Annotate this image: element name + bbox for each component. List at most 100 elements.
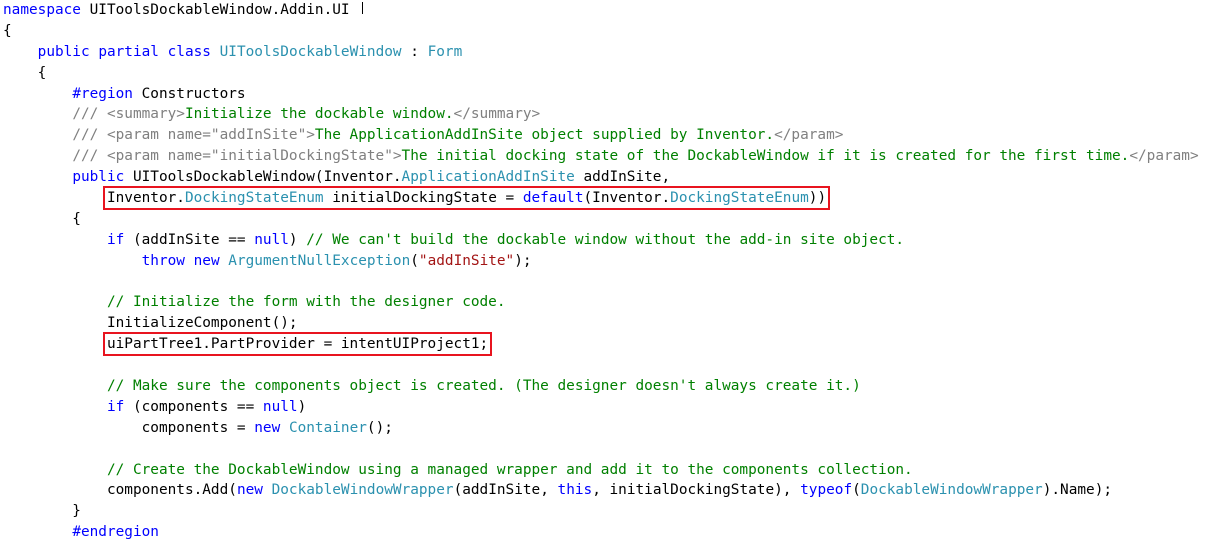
code-token: /// <param name="initialDockingState">: [72, 148, 402, 165]
code-token: ArgumentNullException: [228, 252, 411, 269]
code-line: }: [3, 501, 1199, 522]
code-token: UIToolsDockableWindow: [219, 43, 402, 60]
code-token: null: [254, 231, 289, 248]
code-token: Initialize the dockable window.: [184, 106, 454, 123]
code-token: partial: [98, 43, 159, 60]
code-line: /// <param name="addInSite">The Applicat…: [3, 125, 1199, 146]
code-token: public: [37, 43, 90, 60]
code-token: class: [167, 43, 211, 60]
code-token: /// <param name="addInSite">: [72, 127, 315, 144]
code-token: if: [106, 398, 125, 415]
code-line: /// <summary>Initialize the dockable win…: [3, 104, 1199, 125]
code-token: ApplicationAddInSite: [401, 169, 575, 186]
code-token: Constructors: [132, 85, 246, 102]
code-token: {: [3, 22, 12, 39]
code-token: ();: [366, 419, 393, 436]
code-line: Inventor.DockingStateEnum initialDocking…: [3, 186, 1199, 211]
code-line: InitializeComponent();: [3, 313, 1199, 334]
highlight-box: Inventor.DockingStateEnum initialDocking…: [102, 186, 831, 211]
code-token: ): [288, 231, 307, 248]
code-line: // Create the DockableWindow using a man…: [3, 460, 1199, 481]
code-token: }: [3, 503, 81, 520]
code-token: new: [193, 252, 220, 269]
code-token: , initialDockingState),: [592, 482, 801, 499]
code-token: )): [808, 190, 827, 207]
code-line: #endregion: [3, 522, 1199, 543]
code-token: </summary>: [453, 106, 541, 123]
code-token: (: [410, 252, 419, 269]
code-line: uiPartTree1.PartProvider = intentUIProje…: [3, 332, 1199, 357]
code-line: components.Add(new DockableWindowWrapper…: [3, 480, 1199, 501]
code-token: UIToolsDockableWindow.Addin.UI: [80, 2, 350, 18]
code-token: (Inventor.: [583, 190, 671, 207]
code-line: /// <param name="initialDockingState">Th…: [3, 146, 1198, 167]
code-line: public UIToolsDockableWindow(Inventor.Ap…: [3, 167, 1199, 188]
code-line: public partial class UIToolsDockableWind…: [3, 42, 1199, 63]
code-token: new: [254, 419, 281, 436]
code-token: default: [522, 190, 584, 207]
code-token: (: [852, 482, 861, 499]
code-token: DockableWindowWrapper: [860, 482, 1043, 499]
code-token: Inventor.: [106, 190, 185, 207]
code-token: namespace: [3, 2, 81, 18]
code-token: ): [297, 398, 307, 415]
code-token: (addInSite ==: [124, 231, 255, 248]
code-token: #endregion: [72, 524, 159, 541]
code-line: // Initialize the form with the designer…: [3, 292, 1199, 313]
code-token: // Make sure the components object is cr…: [106, 378, 861, 395]
code-token: {: [3, 64, 47, 81]
code-token: null: [262, 398, 298, 415]
code-token: DockingStateEnum: [670, 190, 809, 207]
code-line: if (addInSite == null) // We can't build…: [3, 230, 1199, 251]
code-editor[interactable]: namespace UIToolsDockableWindow.Addin.UI…: [3, 0, 1199, 543]
code-token: components =: [3, 419, 255, 436]
code-token: this: [557, 482, 593, 499]
code-token: DockingStateEnum: [184, 190, 324, 207]
code-line: {: [3, 63, 1199, 84]
code-line: if (components == null): [3, 397, 1199, 418]
code-token: components.Add(: [3, 482, 237, 499]
code-token: // Create the DockableWindow using a man…: [106, 461, 913, 478]
code-token: InitializeComponent();: [3, 315, 298, 332]
code-line: throw new ArgumentNullException("addInSi…: [3, 251, 1199, 272]
code-token: Form: [427, 43, 463, 60]
code-token: );: [514, 252, 532, 269]
code-token: The ApplicationAddInSite object supplied…: [314, 127, 775, 144]
code-token: uiPartTree1.PartProvider = intentUIProje…: [106, 336, 489, 353]
code-token: if: [106, 231, 125, 248]
code-token: (addInSite,: [453, 482, 558, 499]
code-token: {: [3, 210, 81, 227]
code-token: // We can't build the dockable window wi…: [306, 231, 905, 248]
code-token: typeof: [800, 482, 853, 499]
code-token: The initial docking state of the Dockabl…: [401, 148, 1130, 165]
code-token: initialDockingState =: [323, 190, 523, 207]
code-token: (components ==: [124, 398, 263, 415]
code-line: #region Constructors: [3, 84, 1199, 105]
code-token: UIToolsDockableWindow(Inventor.: [124, 169, 402, 186]
code-token: "addInSite": [418, 252, 515, 269]
highlight-box: uiPartTree1.PartProvider = intentUIProje…: [102, 332, 493, 357]
code-token: /// <summary>: [72, 106, 185, 123]
